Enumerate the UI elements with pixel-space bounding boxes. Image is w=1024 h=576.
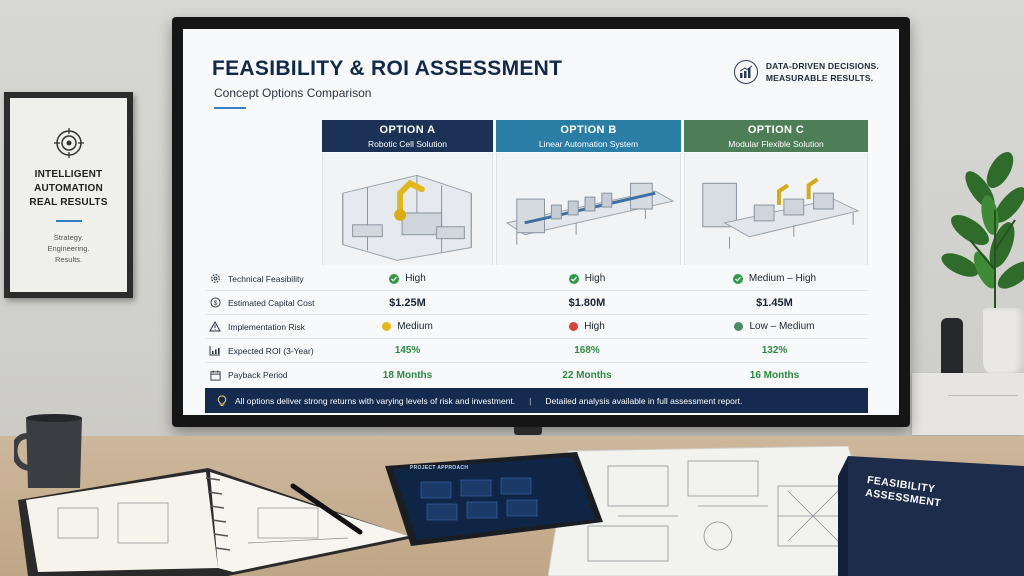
- svg-text:$: $: [213, 300, 217, 307]
- option-a-header: OPTION A Robotic Cell Solution: [322, 120, 493, 152]
- option-b-desc: Linear Automation System: [538, 139, 639, 149]
- metric-value: $1.25M: [389, 296, 426, 309]
- tagline-line-1: DATA-DRIVEN DECISIONS.: [765, 61, 879, 71]
- coffee-mug: [14, 414, 82, 488]
- metric-value: Medium – High: [681, 273, 868, 284]
- option-c-title: OPTION C: [747, 124, 805, 136]
- metric-value: $1.45M: [756, 296, 793, 309]
- metric-label: Implementation Risk: [228, 321, 306, 332]
- risk-dot-low: [734, 322, 744, 331]
- poster-divider: [55, 220, 82, 222]
- plant-pot: [983, 308, 1024, 376]
- option-c-image: [684, 153, 868, 265]
- title-underline: [214, 107, 246, 109]
- tablet-header: PROJECT APPROACH: [410, 465, 469, 471]
- calendar-icon: [209, 369, 221, 381]
- metric-value: 145%: [394, 345, 421, 356]
- page-title: FEASIBILITY & ROI ASSESSMENT: [212, 57, 563, 80]
- table-row: Implementation Risk Medium High Low – Me…: [205, 315, 868, 339]
- table-row: Payback Period 18 Months 22 Months 16 Mo…: [205, 363, 868, 387]
- metrics-table: Technical Feasibility High High Medium –…: [205, 267, 868, 387]
- risk-dot-high: [569, 322, 579, 331]
- warning-icon: [209, 321, 221, 333]
- metric-label: Expected ROI (3-Year): [228, 345, 314, 356]
- option-a-title: OPTION A: [379, 124, 436, 136]
- option-a-image: [322, 153, 493, 265]
- poster-subtext: Strategy. Engineering. Results.: [47, 233, 90, 264]
- dashboard-screen: FEASIBILITY & ROI ASSESSMENT Concept Opt…: [183, 29, 899, 415]
- metric-value: 168%: [574, 345, 600, 356]
- metric-value: High: [493, 321, 681, 332]
- potted-plant: [941, 151, 1024, 320]
- metric-value: Medium: [322, 321, 493, 332]
- metric-value: 16 Months: [749, 369, 800, 381]
- check-icon: [389, 273, 400, 284]
- banner-text-2: Detailed analysis available in full asse…: [545, 395, 743, 406]
- metric-label: Payback Period: [228, 370, 288, 380]
- table-row: Technical Feasibility High High Medium –…: [205, 267, 868, 291]
- summary-banner: All options deliver strong returns with …: [205, 388, 868, 413]
- vase: [941, 318, 963, 376]
- metric-value: 132%: [761, 345, 788, 356]
- metric-value: High: [322, 273, 493, 284]
- metric-value: 18 Months: [382, 369, 433, 381]
- option-b-image: [496, 153, 681, 265]
- growth-chart-icon: [209, 345, 221, 357]
- metric-value: High: [493, 273, 681, 284]
- target-icon: [53, 128, 84, 158]
- tagline-line-2: MEASURABLE RESULTS.: [765, 73, 874, 83]
- page-subtitle: Concept Options Comparison: [214, 86, 372, 100]
- option-c-desc: Modular Flexible Solution: [728, 139, 824, 149]
- table-row: Expected ROI (3-Year) 145% 168% 132%: [205, 339, 868, 363]
- option-b-title: OPTION B: [560, 124, 617, 136]
- banner-separator: |: [529, 395, 532, 406]
- option-b-header: OPTION B Linear Automation System: [496, 120, 681, 152]
- gear-icon: [209, 273, 221, 285]
- assessment-binder: [838, 456, 1024, 576]
- monitor: FEASIBILITY & ROI ASSESSMENT Concept Opt…: [172, 17, 910, 427]
- metric-value: $1.80M: [568, 296, 606, 309]
- check-icon: [732, 273, 743, 284]
- banner-text-1: All options deliver strong returns with …: [235, 395, 516, 406]
- chart-growth-icon: [733, 60, 758, 84]
- dollar-icon: $: [209, 297, 221, 309]
- lightbulb-icon: [217, 395, 227, 406]
- metric-label: Technical Feasibility: [228, 273, 304, 284]
- risk-dot-medium: [382, 322, 392, 331]
- metric-value: 22 Months: [562, 369, 612, 381]
- option-a-desc: Robotic Cell Solution: [368, 139, 447, 149]
- metric-value: Low – Medium: [681, 321, 868, 332]
- tagline: DATA-DRIVEN DECISIONS. MEASURABLE RESULT…: [733, 60, 879, 84]
- side-cabinet: [912, 373, 1024, 435]
- poster-headline: INTELLIGENT AUTOMATION REAL RESULTS: [29, 169, 108, 208]
- wall-poster: INTELLIGENT AUTOMATION REAL RESULTS Stra…: [4, 92, 133, 298]
- option-c-header: OPTION C Modular Flexible Solution: [684, 120, 868, 152]
- monitor-stand: [514, 427, 542, 435]
- check-icon: [568, 273, 579, 284]
- table-row: $ Estimated Capital Cost $1.25M $1.80M $…: [205, 291, 868, 315]
- metric-label: Estimated Capital Cost: [228, 297, 315, 308]
